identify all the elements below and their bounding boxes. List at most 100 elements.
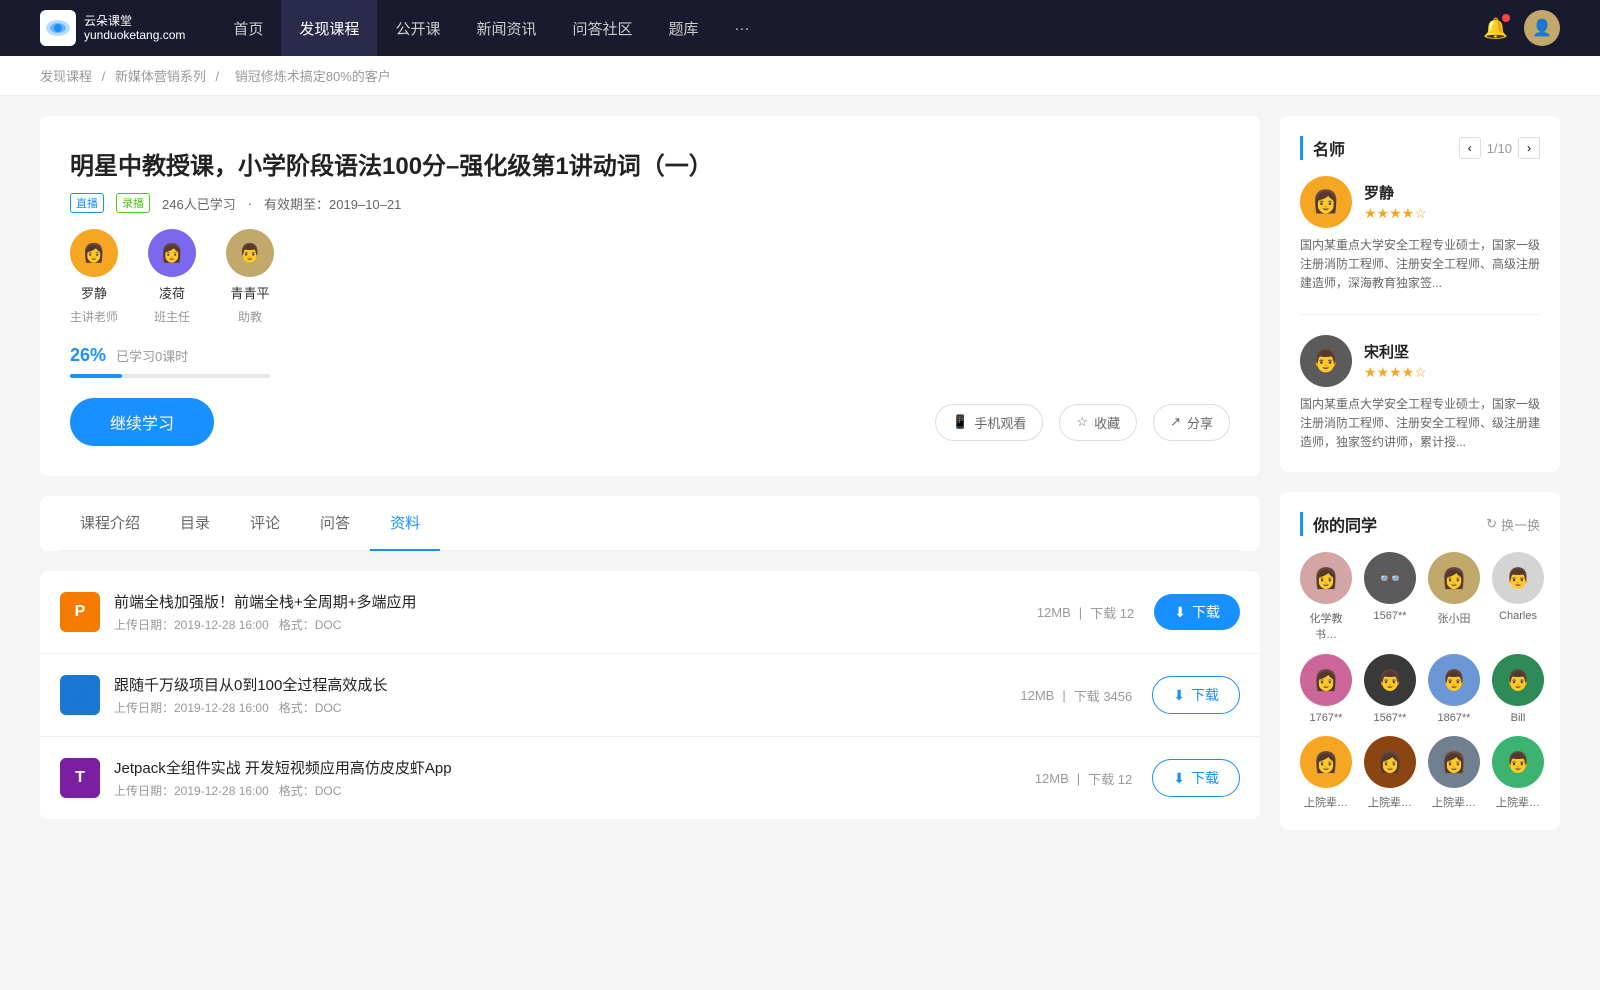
breadcrumb-link-1[interactable]: 发现课程 — [40, 69, 92, 84]
classmate-5-name: 1767** — [1309, 712, 1342, 724]
resource-2-name: 跟随千万级项目从0到100全过程高效成长 — [114, 674, 1020, 695]
meta-sep: · — [248, 196, 252, 211]
classmate-9-avatar: 👩 — [1300, 736, 1352, 788]
classmate-7: 👨 1867** — [1428, 654, 1480, 724]
sidebar-teacher-1-header: 👩 罗静 ★★★★☆ — [1300, 176, 1540, 228]
nav-right: 🔔 👤 — [1483, 10, 1560, 46]
teacher-2-name: 凌荷 — [159, 283, 185, 302]
star-icon: ☆ — [1076, 414, 1088, 430]
course-actions: 继续学习 📱 手机观看 ☆ 收藏 ↗ 分享 — [70, 398, 1230, 446]
classmate-7-avatar: 👨 — [1428, 654, 1480, 706]
course-title: 明星中教授课，小学阶段语法100分–强化级第1讲动词（一） — [70, 146, 1230, 181]
resource-3-download-button[interactable]: ⬇ 下载 — [1152, 759, 1240, 797]
teacher-2-avatar: 👩 — [148, 229, 196, 277]
classmates-header: 你的同学 ↻ 换一换 — [1300, 512, 1540, 536]
tab-qa[interactable]: 问答 — [300, 496, 370, 551]
nav-item-quiz[interactable]: 题库 — [650, 0, 716, 56]
content-right: 名师 ‹ 1/10 › 👩 罗静 ★★★★☆ 国内某重点大学安全工程专业硕士，国… — [1280, 116, 1560, 850]
teacher-3: 👨 青青平 助教 — [226, 229, 274, 325]
logo[interactable]: 云朵课堂 yunduoketang.com — [40, 10, 185, 46]
classmates-card: 你的同学 ↻ 换一换 👩 化学教书… 👓 1567** 👩 张小田 — [1280, 492, 1560, 830]
teachers-list: 👩 罗静 主讲老师 👩 凌荷 班主任 👨 青青平 — [70, 229, 1230, 325]
download-icon-2: ⬇ — [1173, 687, 1185, 704]
classmate-4: 👨 Charles — [1492, 552, 1544, 642]
classmate-1: 👩 化学教书… — [1300, 552, 1352, 642]
teacher-1-name: 罗静 — [81, 283, 107, 302]
resource-2-icon: 👤 — [60, 675, 100, 715]
sidebar-teacher-2-stars: ★★★★☆ — [1364, 364, 1427, 381]
resource-3-name: Jetpack全组件实战 开发短视频应用高仿皮皮虾App — [114, 757, 1035, 778]
nav-item-news[interactable]: 新闻资讯 — [458, 0, 554, 56]
nav-item-more[interactable]: ··· — [717, 0, 768, 56]
classmate-2: 👓 1567** — [1364, 552, 1416, 642]
notification-dot — [1502, 14, 1510, 22]
collect-button[interactable]: ☆ 收藏 — [1059, 404, 1137, 441]
notification-bell[interactable]: 🔔 — [1483, 16, 1508, 41]
mobile-watch-button[interactable]: 📱 手机观看 — [935, 404, 1043, 441]
nav-item-qa[interactable]: 问答社区 — [554, 0, 650, 56]
classmate-10: 👩 上院辈… — [1364, 736, 1416, 810]
badge-recorded: 录播 — [116, 193, 150, 213]
nav-item-open[interactable]: 公开课 — [377, 0, 458, 56]
classmate-12: 👨 上院辈… — [1492, 736, 1544, 810]
resource-2-stats: 12MB | 下载 3456 — [1020, 686, 1132, 705]
teachers-pagination: ‹ 1/10 › — [1459, 137, 1540, 159]
nav-item-discover[interactable]: 发现课程 — [281, 0, 377, 56]
refresh-button[interactable]: ↻ 换一换 — [1486, 515, 1540, 534]
classmate-8-avatar: 👨 — [1492, 654, 1544, 706]
teachers-page: 1/10 — [1487, 141, 1512, 156]
classmate-8: 👨 Bill — [1492, 654, 1544, 724]
prev-teacher-button[interactable]: ‹ — [1459, 137, 1481, 159]
classmate-10-name: 上院辈… — [1368, 794, 1412, 810]
classmate-6: 👨 1567** — [1364, 654, 1416, 724]
breadcrumb: 发现课程 / 新媒体营销系列 / 销冠修炼术搞定80%的客户 — [0, 56, 1600, 96]
logo-icon — [40, 10, 76, 46]
tab-contents[interactable]: 目录 — [160, 496, 230, 551]
resource-2-download-button[interactable]: ⬇ 下载 — [1152, 676, 1240, 714]
sidebar-teacher-1-stars: ★★★★☆ — [1364, 205, 1427, 222]
classmates-grid: 👩 化学教书… 👓 1567** 👩 张小田 👨 Charles 👩 — [1300, 552, 1540, 810]
resource-2-info: 跟随千万级项目从0到100全过程高效成长 上传日期：2019-12-28 16:… — [114, 674, 1020, 716]
teacher-1-avatar: 👩 — [70, 229, 118, 277]
resource-3-downloads: 下载 12 — [1088, 769, 1132, 788]
resource-item-2: 👤 跟随千万级项目从0到100全过程高效成长 上传日期：2019-12-28 1… — [40, 654, 1260, 737]
classmate-4-name: Charles — [1499, 610, 1537, 622]
students-count: 246人已学习 — [162, 194, 236, 213]
resource-item-3: T Jetpack全组件实战 开发短视频应用高仿皮皮虾App 上传日期：2019… — [40, 737, 1260, 819]
teacher-3-name: 青青平 — [231, 283, 270, 302]
sidebar-teacher-2-avatar: 👨 — [1300, 335, 1352, 387]
tab-review[interactable]: 评论 — [230, 496, 300, 551]
share-button[interactable]: ↗ 分享 — [1153, 404, 1230, 441]
classmate-9-name: 上院辈… — [1304, 794, 1348, 810]
teacher-2-avatar-img: 👩 — [148, 229, 196, 277]
teacher-3-avatar: 👨 — [226, 229, 274, 277]
classmate-11-avatar: 👩 — [1428, 736, 1480, 788]
breadcrumb-link-2[interactable]: 新媒体营销系列 — [115, 69, 206, 84]
collect-label: 收藏 — [1094, 413, 1120, 432]
tabs-nav: 课程介绍 目录 评论 问答 资料 — [60, 496, 1240, 551]
tab-resources[interactable]: 资料 — [370, 496, 440, 551]
resource-1-download-button[interactable]: ⬇ 下载 — [1154, 594, 1240, 630]
classmate-6-name: 1567** — [1373, 712, 1406, 724]
user-avatar[interactable]: 👤 — [1524, 10, 1560, 46]
nav-item-home[interactable]: 首页 — [215, 0, 281, 56]
refresh-label: 换一换 — [1501, 515, 1540, 534]
classmate-3-avatar: 👩 — [1428, 552, 1480, 604]
breadcrumb-sep-2: / — [216, 69, 223, 84]
teachers-sidebar-card: 名师 ‹ 1/10 › 👩 罗静 ★★★★☆ 国内某重点大学安全工程专业硕士，国… — [1280, 116, 1560, 472]
resource-1-sep: | — [1079, 605, 1082, 620]
sidebar-teacher-2-name: 宋利坚 — [1364, 341, 1427, 362]
tab-intro[interactable]: 课程介绍 — [60, 496, 160, 551]
teacher-1-avatar-img: 👩 — [70, 229, 118, 277]
classmates-title: 你的同学 — [1300, 512, 1377, 536]
classmate-6-avatar: 👨 — [1364, 654, 1416, 706]
content-left: 明星中教授课，小学阶段语法100分–强化级第1讲动词（一） 直播 录播 246人… — [40, 116, 1260, 850]
download-icon-3: ⬇ — [1173, 770, 1185, 787]
continue-button[interactable]: 继续学习 — [70, 398, 214, 446]
progress-bar-fill — [70, 374, 122, 378]
sidebar-teacher-1-desc: 国内某重点大学安全工程专业硕士，国家一级注册消防工程师、注册安全工程师、高级注册… — [1300, 236, 1540, 294]
classmate-7-name: 1867** — [1437, 712, 1470, 724]
resource-2-sep: | — [1062, 688, 1065, 703]
resource-list: P 前端全栈加强版！前端全栈+全周期+多端应用 上传日期：2019-12-28 … — [40, 571, 1260, 819]
next-teacher-button[interactable]: › — [1518, 137, 1540, 159]
